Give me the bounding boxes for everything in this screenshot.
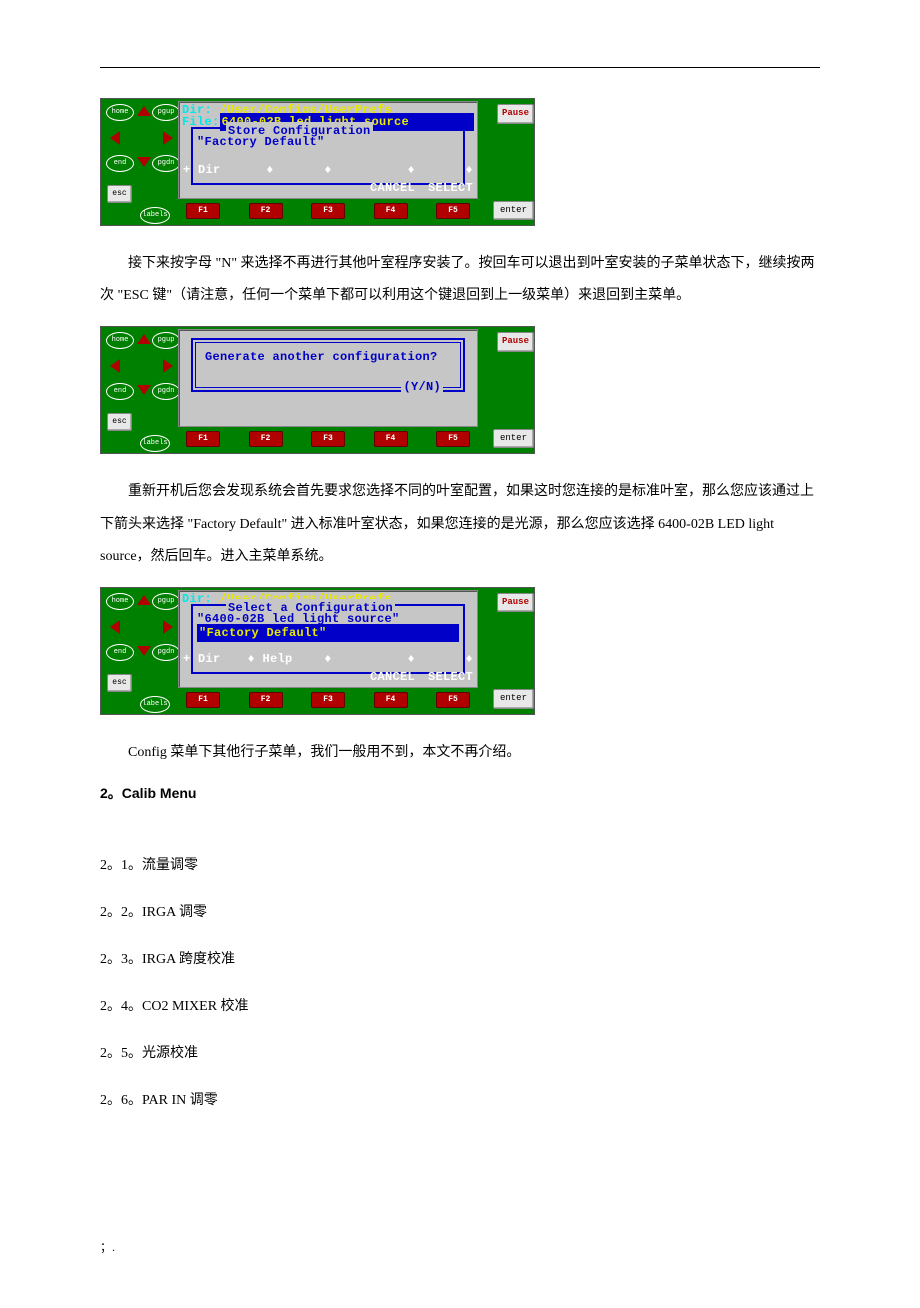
- arrow-right-icon[interactable]: [163, 131, 173, 145]
- enter-button[interactable]: enter: [493, 201, 534, 221]
- pause-button[interactable]: Pause: [497, 104, 534, 124]
- footer-mark: ；.: [100, 1238, 820, 1256]
- list-item-2-1: 2。1。流量调零: [100, 848, 820, 883]
- paragraph-2: 重新开机后您会发现系统会首先要求您选择不同的叶室配置，如果这时您连接的是标准叶室…: [100, 476, 820, 573]
- soft-select[interactable]: ♦ SELECT: [415, 161, 473, 197]
- soft-dir[interactable]: + Dir: [183, 161, 241, 197]
- config-item-2-selected[interactable]: "Factory Default": [197, 624, 459, 642]
- device-screen-generate-another: home pgup end pgdn esc labels Generate a…: [100, 326, 535, 454]
- nav-pgup[interactable]: pgup: [152, 332, 180, 349]
- heading-calib-menu: 2。Calib Menu: [100, 783, 820, 804]
- list-item-2-6: 2。6。PAR IN 调零: [100, 1083, 820, 1118]
- f3-key[interactable]: F3: [311, 431, 345, 447]
- nav-pgdn[interactable]: pgdn: [152, 383, 180, 400]
- arrow-right-icon[interactable]: [163, 359, 173, 373]
- prompt-question: Generate another configuration?: [205, 348, 438, 366]
- nav-home[interactable]: home: [106, 593, 134, 610]
- f1-key[interactable]: F1: [186, 692, 220, 708]
- nav-end[interactable]: end: [106, 155, 134, 172]
- soft-f3[interactable]: ♦: [299, 161, 357, 197]
- f2-key[interactable]: F2: [249, 203, 283, 219]
- f4-key[interactable]: F4: [374, 692, 408, 708]
- esc-button[interactable]: esc: [107, 413, 132, 431]
- config-item[interactable]: "Factory Default": [197, 133, 325, 151]
- enter-button[interactable]: enter: [493, 689, 534, 709]
- top-divider: [100, 67, 820, 68]
- nav-end[interactable]: end: [106, 644, 134, 661]
- arrow-down-icon[interactable]: [137, 157, 151, 167]
- arrow-up-icon[interactable]: [137, 106, 151, 116]
- nav-pgdn[interactable]: pgdn: [152, 155, 180, 172]
- f3-key[interactable]: F3: [311, 692, 345, 708]
- f5-key[interactable]: F5: [436, 203, 470, 219]
- soft-cancel[interactable]: ♦ CANCEL: [357, 161, 415, 197]
- nav-pgdn[interactable]: pgdn: [152, 644, 180, 661]
- f5-key[interactable]: F5: [436, 692, 470, 708]
- nav-pgup[interactable]: pgup: [152, 104, 180, 121]
- soft-f2[interactable]: ♦: [241, 161, 299, 197]
- f4-key[interactable]: F4: [374, 431, 408, 447]
- nav-pgup[interactable]: pgup: [152, 593, 180, 610]
- arrow-up-icon[interactable]: [137, 334, 151, 344]
- soft-f3[interactable]: ♦: [299, 650, 357, 686]
- list-item-2-2: 2。2。IRGA 调零: [100, 895, 820, 930]
- nav-labels[interactable]: labels: [140, 435, 170, 452]
- prompt-yn[interactable]: (Y/N): [401, 378, 443, 396]
- arrow-down-icon[interactable]: [137, 646, 151, 656]
- soft-cancel[interactable]: ♦ CANCEL: [357, 650, 415, 686]
- soft-select[interactable]: ♦ SELECT: [415, 650, 473, 686]
- device-screen-select-config: home pgup end pgdn esc labels Dir: /User…: [100, 587, 535, 715]
- list-item-2-4: 2。4。CO2 MIXER 校准: [100, 989, 820, 1024]
- arrow-left-icon[interactable]: [110, 131, 120, 145]
- arrow-left-icon[interactable]: [110, 359, 120, 373]
- nav-labels[interactable]: labels: [140, 207, 170, 224]
- f1-key[interactable]: F1: [186, 431, 220, 447]
- arrow-right-icon[interactable]: [163, 620, 173, 634]
- nav-home[interactable]: home: [106, 332, 134, 349]
- f2-key[interactable]: F2: [249, 431, 283, 447]
- paragraph-1: 接下来按字母 "N" 来选择不再进行其他叶室程序安装了。按回车可以退出到叶室安装…: [100, 248, 820, 312]
- f2-key[interactable]: F2: [249, 692, 283, 708]
- nav-end[interactable]: end: [106, 383, 134, 400]
- nav-labels[interactable]: labels: [140, 696, 170, 713]
- arrow-left-icon[interactable]: [110, 620, 120, 634]
- arrow-down-icon[interactable]: [137, 385, 151, 395]
- paragraph-3: Config 菜单下其他行子菜单，我们一般用不到，本文不再介绍。: [100, 737, 820, 769]
- nav-home[interactable]: home: [106, 104, 134, 121]
- device-screen-store-config: home pgup end pgdn esc labels Dir: /User…: [100, 98, 535, 226]
- list-item-2-5: 2。5。光源校准: [100, 1036, 820, 1071]
- list-item-2-3: 2。3。IRGA 跨度校准: [100, 942, 820, 977]
- f3-key[interactable]: F3: [311, 203, 345, 219]
- pause-button[interactable]: Pause: [497, 332, 534, 352]
- pause-button[interactable]: Pause: [497, 593, 534, 613]
- f4-key[interactable]: F4: [374, 203, 408, 219]
- soft-help[interactable]: ♦ Help: [241, 650, 299, 686]
- f5-key[interactable]: F5: [436, 431, 470, 447]
- f1-key[interactable]: F1: [186, 203, 220, 219]
- soft-dir[interactable]: + Dir: [183, 650, 241, 686]
- arrow-up-icon[interactable]: [137, 595, 151, 605]
- enter-button[interactable]: enter: [493, 429, 534, 449]
- esc-button[interactable]: esc: [107, 674, 132, 692]
- esc-button[interactable]: esc: [107, 185, 132, 203]
